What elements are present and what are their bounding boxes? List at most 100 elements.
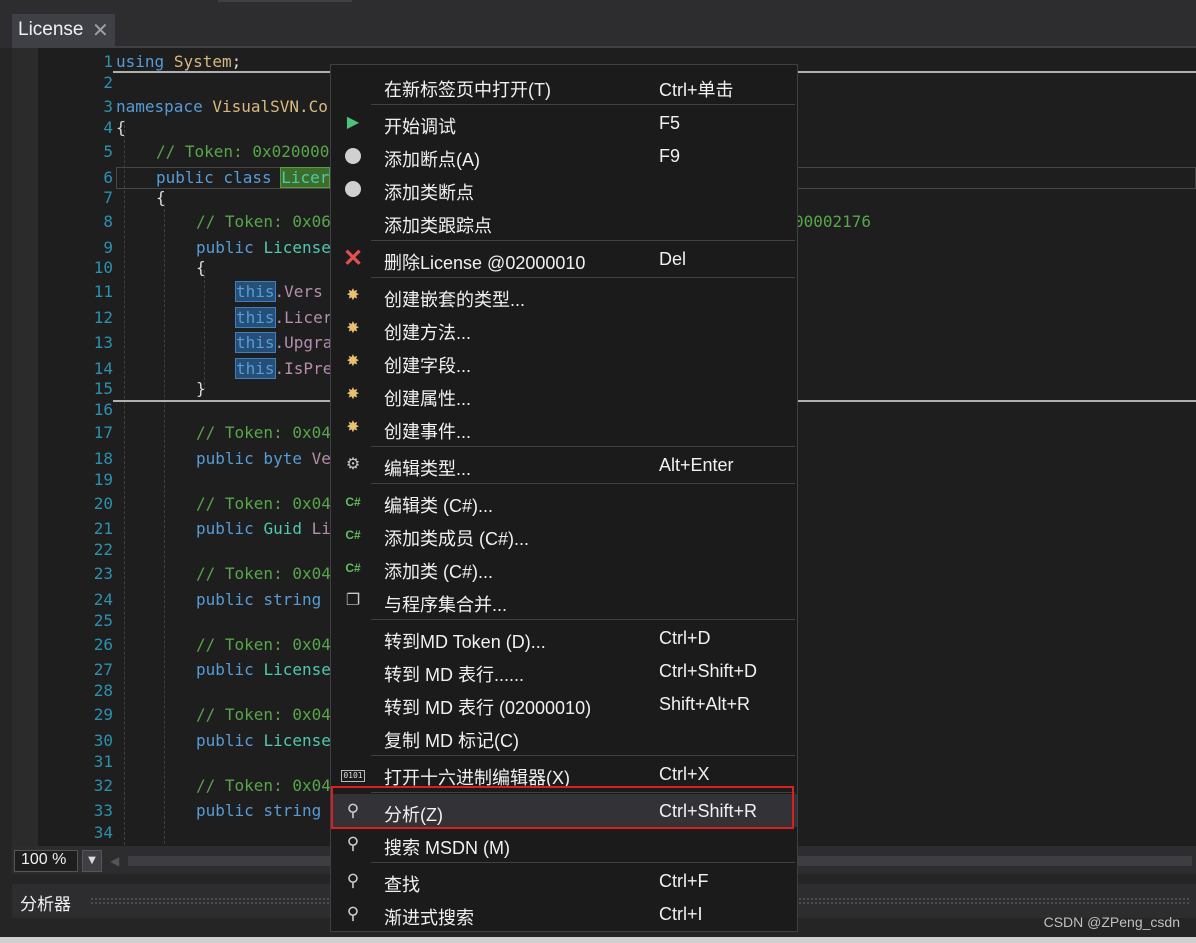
line-number: 21 [93,519,113,538]
menu-item-create-method[interactable]: ✸ 创建方法... [331,312,797,345]
code-token: VisualSVN.Co [212,97,328,116]
menu-item-merge-assembly[interactable]: ❐ 与程序集合并... [331,584,797,617]
menu-item-label: 编辑类型... [384,459,472,479]
code-line-23: // Token: 0x04 [196,564,331,583]
chevron-down-icon[interactable]: ▼ [82,850,102,872]
delete-icon: ✕ [342,245,364,272]
menu-item-create-field[interactable]: ✸ 创建字段... [331,345,797,378]
search-icon: ⚲ [346,871,360,890]
scroll-left-icon[interactable]: ◀ [110,854,119,868]
menu-item-label: 转到 MD 表行 (02000010) [384,698,592,718]
menu-item-create-property[interactable]: ✸ 创建属性... [331,378,797,411]
line-number: 25 [93,611,113,630]
code-line-17: // Token: 0x04 [196,423,331,442]
this-keyword: this [235,307,276,328]
menu-item-label: 添加断点(A) [384,150,480,170]
menu-item-start-debug[interactable]: ▶ 开始调试 F5 [331,106,797,139]
menu-item-shortcut: Shift+Alt+R [659,694,751,714]
wand-icon: ✸ [346,287,360,304]
code-line-33: public string [196,801,321,821]
menu-item-label: 转到MD Token (D)... [384,632,546,652]
menu-item-open-new-tab[interactable]: 在新标签页中打开(T) Ctrl+单击 [331,69,797,102]
menu-item-label: 转到 MD 表行...... [384,665,525,685]
menu-item-goto-md-row[interactable]: 转到 MD 表行...... Ctrl+Shift+D [331,654,797,687]
menu-item-incremental-search[interactable]: ⚲ 渐进式搜索 Ctrl+I [331,897,797,930]
line-number: 19 [93,470,113,489]
menu-item-goto-md-token[interactable]: 转到MD Token (D)... Ctrl+D [331,621,797,654]
menu-item-shortcut: Ctrl+X [659,764,710,784]
line-number: 28 [93,681,113,700]
menu-separator [371,862,795,863]
tab-license[interactable]: License ✕ [12,14,115,48]
code-line-30: public License [196,731,331,751]
menu-item-delete[interactable]: ✕ 删除License @02000010 Del [331,242,797,275]
hex-icon: 0101 [341,770,365,782]
line-number: 23 [93,564,113,583]
line-number: 31 [93,752,113,771]
code-token: public [196,660,254,679]
code-token: using [116,52,165,71]
csharp-icon: C# [345,528,361,542]
code-line-5: // Token: 0x020000 [156,142,330,161]
this-keyword: this [235,281,276,302]
breakpoint-icon [341,145,365,167]
code-line-13: this.Upgra [235,332,333,353]
menu-item-shortcut: Ctrl+I [659,904,703,924]
line-number: 3 [103,97,113,116]
code-line-8: // Token: 0x06 [196,212,331,231]
code-line-15: } [196,379,206,398]
code-token: public [196,731,254,750]
menu-item-add-class-breakpoint[interactable]: 添加类断点 [331,172,797,205]
menu-item-shortcut: Ctrl+D [659,628,711,648]
menu-item-label: 编辑类 (C#)... [384,496,494,516]
merge-icon: ❐ [345,592,361,609]
line-number: 4 [103,118,113,137]
code-line-21: public Guid Li [196,519,331,539]
menu-separator [371,104,795,105]
code-token: .IsPre [274,359,333,378]
line-number: 9 [103,238,113,257]
close-icon[interactable]: ✕ [92,18,109,43]
menu-item-copy-md-token[interactable]: 复制 MD 标记(C) [331,720,797,753]
watermark: CSDN @ZPeng_csdn [1043,914,1180,930]
bottom-border [0,937,1196,943]
code-line-11: this.Vers [235,281,323,302]
line-number: 11 [93,282,113,301]
wand-icon: ✸ [346,353,360,370]
class-name-highlight[interactable]: Licer [280,167,331,188]
menu-item-add-class-tracepoint[interactable]: 添加类跟踪点 [331,205,797,238]
indent-guide [164,204,165,854]
menu-item-label: 创建字段... [384,356,472,376]
code-token: System [173,52,232,71]
menu-separator [371,755,795,756]
menu-item-edit-type[interactable]: ⚙ 编辑类型... Alt+Enter [331,448,797,481]
code-token: .Upgra [274,333,333,352]
editor-margin [12,48,38,846]
code-line-18: public byte Ve [196,449,331,469]
top-accent [218,0,352,2]
menu-item-add-breakpoint[interactable]: 添加断点(A) F9 [331,139,797,172]
menu-item-label: 添加类成员 (C#)... [384,529,530,549]
code-token: public [196,238,254,257]
menu-item-goto-md-row-id[interactable]: 转到 MD 表行 (02000010) Shift+Alt+R [331,687,797,720]
menu-item-add-class-member-cs[interactable]: C# 添加类成员 (C#)... [331,518,797,551]
menu-item-create-nested-type[interactable]: ✸ 创建嵌套的类型... [331,279,797,312]
line-number: 32 [93,776,113,795]
wand-icon: ✸ [346,419,360,436]
menu-item-search-msdn[interactable]: ⚲ 搜索 MSDN (M) [331,827,797,860]
line-number: 27 [93,660,113,679]
menu-separator [371,619,795,620]
menu-item-add-class-cs[interactable]: C# 添加类 (C#)... [331,551,797,584]
zoom-combobox[interactable]: 100 % [14,850,78,872]
code-token: ; [231,52,242,71]
menu-item-edit-class-cs[interactable]: C# 编辑类 (C#)... [331,485,797,518]
menu-item-label: 创建嵌套的类型... [384,290,526,310]
code-token: Li [311,519,331,538]
menu-item-shortcut: Ctrl+Shift+D [659,661,758,681]
menu-item-find[interactable]: ⚲ 查找 Ctrl+F [331,864,797,897]
gear-icon: ⚙ [345,456,361,473]
code-line-24: public string [196,590,321,610]
menu-item-create-event[interactable]: ✸ 创建事件... [331,411,797,444]
code-line-6: public class Licer [156,167,331,188]
code-token: .Licer [274,308,333,327]
